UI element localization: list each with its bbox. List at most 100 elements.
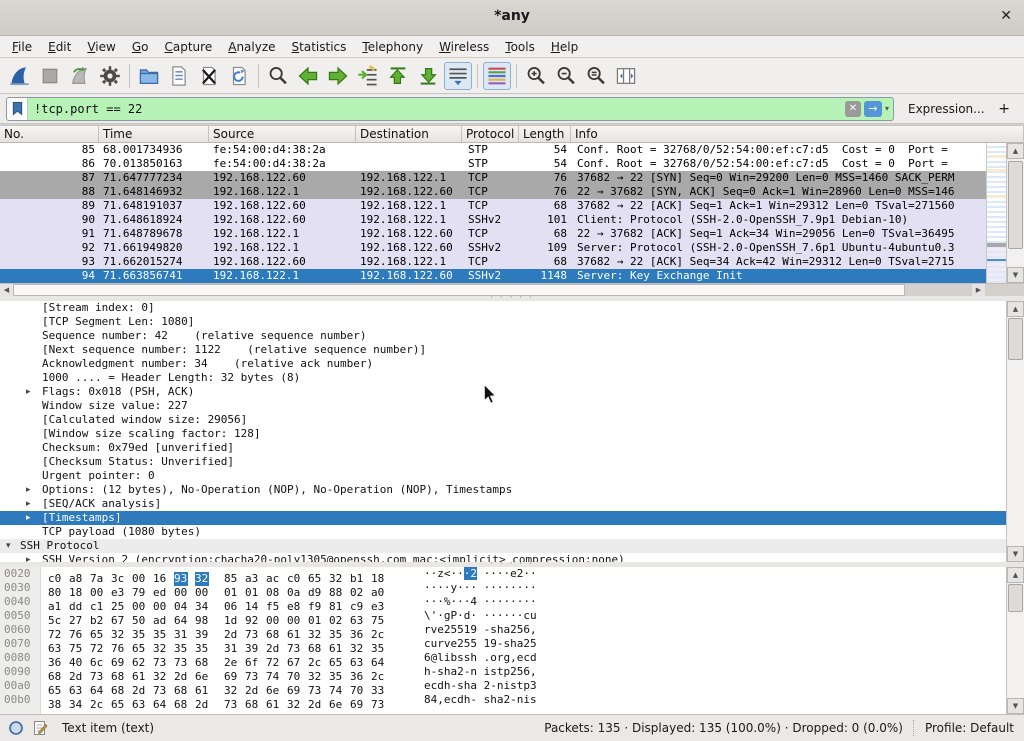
collapse-arrow-icon[interactable]: ▾ xyxy=(6,539,11,553)
menu-wireless[interactable]: Wireless xyxy=(431,38,497,56)
expand-arrow-icon[interactable]: ▸ xyxy=(26,511,31,525)
packet-row-88[interactable]: 8871.648146932192.168.122.1192.168.122.6… xyxy=(0,185,986,199)
display-filter-input[interactable] xyxy=(28,102,845,116)
detail-line[interactable]: TCP payload (1080 bytes) xyxy=(0,525,1006,539)
status-profile[interactable]: Profile: Default xyxy=(925,721,1014,735)
title-bar[interactable]: *any ✕ xyxy=(0,0,1024,36)
detail-line[interactable]: [Next sequence number: 1122 (relative se… xyxy=(0,343,1006,357)
packet-row-94[interactable]: 9471.663856741192.168.122.1192.168.122.6… xyxy=(0,269,986,283)
filter-history-caret[interactable]: ▾ xyxy=(885,104,889,113)
previous-packet-button[interactable] xyxy=(294,62,322,90)
expand-arrow-icon[interactable]: ▸ xyxy=(26,385,31,399)
scroll-down-button[interactable]: ▼ xyxy=(1007,546,1024,562)
hex-row-0020[interactable]: 0020c0a87a3c0016933285a3acc06532b118··z<… xyxy=(0,567,1006,581)
packet-row-91[interactable]: 9171.648789678192.168.122.1192.168.122.6… xyxy=(0,227,986,241)
detail-line[interactable]: [Stream index: 0] xyxy=(0,301,1006,315)
hex-row-00a0[interactable]: 00a0656364682d736861322d6e6973747033ecdh… xyxy=(0,679,1006,693)
scroll-left-button[interactable]: ◀ xyxy=(0,284,13,296)
detail-line[interactable]: ▾SSH Protocol xyxy=(0,539,1006,553)
detail-line[interactable]: Checksum: 0x79ed [unverified] xyxy=(0,441,1006,455)
reload-file-button[interactable] xyxy=(225,62,253,90)
detail-line[interactable]: [Calculated window size: 29056] xyxy=(0,413,1006,427)
packet-row-86[interactable]: 8670.013850163fe:54:00:d4:38:2aSTP54Conf… xyxy=(0,157,986,171)
column-header-length[interactable]: Length xyxy=(519,126,571,143)
packet-row-89[interactable]: 8971.648191037192.168.122.60192.168.122.… xyxy=(0,199,986,213)
detail-line[interactable]: ▸[SEQ/ACK analysis] xyxy=(0,497,1006,511)
column-header-destination[interactable]: Destination xyxy=(356,126,462,143)
last-packet-button[interactable] xyxy=(414,62,442,90)
menu-view[interactable]: View xyxy=(79,38,123,56)
detail-line[interactable]: 1000 .... = Header Length: 32 bytes (8) xyxy=(0,371,1006,385)
scroll-thumb[interactable] xyxy=(1008,161,1023,249)
scroll-up-button[interactable]: ▲ xyxy=(1007,567,1024,583)
hex-row-0080[interactable]: 008036406c69627373682e6f72672c6563646@li… xyxy=(0,651,1006,665)
expand-arrow-icon[interactable]: ▸ xyxy=(26,483,31,497)
packet-list-vscrollbar[interactable]: ▲ ▼ xyxy=(1006,143,1024,283)
close-file-button[interactable] xyxy=(195,62,223,90)
first-packet-button[interactable] xyxy=(384,62,412,90)
open-file-button[interactable] xyxy=(135,62,163,90)
menu-go[interactable]: Go xyxy=(124,38,157,56)
capture-options-button[interactable] xyxy=(96,62,124,90)
column-header-info[interactable]: Info xyxy=(571,126,1024,143)
hex-row-0070[interactable]: 0070637572766532353531392d7368613235curv… xyxy=(0,637,1006,651)
zoom-reset-button[interactable] xyxy=(582,62,610,90)
resize-columns-button[interactable] xyxy=(612,62,640,90)
packet-row-90[interactable]: 9071.648618924192.168.122.60192.168.122.… xyxy=(0,213,986,227)
expert-info-button[interactable] xyxy=(8,720,24,736)
stop-capture-button[interactable] xyxy=(36,62,64,90)
menu-help[interactable]: Help xyxy=(543,38,586,56)
hex-row-0090[interactable]: 0090682d736861322d6e697374703235362ch-sh… xyxy=(0,665,1006,679)
column-header-protocol[interactable]: Protocol xyxy=(462,126,519,143)
detail-line[interactable]: [Window size scaling factor: 128] xyxy=(0,427,1006,441)
detail-line[interactable]: Window size value: 227 xyxy=(0,399,1006,413)
detail-line[interactable]: ▸Options: (12 bytes), No-Operation (NOP)… xyxy=(0,483,1006,497)
column-header-source[interactable]: Source xyxy=(209,126,356,143)
expand-arrow-icon[interactable]: ▸ xyxy=(26,553,31,562)
detail-line[interactable]: Sequence number: 42 (relative sequence n… xyxy=(0,329,1006,343)
hex-row-00b0[interactable]: 00b038342c656364682d736861322d6e697384,e… xyxy=(0,693,1006,707)
menu-edit[interactable]: Edit xyxy=(40,38,79,56)
scroll-thumb[interactable] xyxy=(13,284,905,296)
filter-bookmark-button[interactable] xyxy=(7,98,28,120)
detail-line[interactable]: [TCP Segment Len: 1080] xyxy=(0,315,1006,329)
start-capture-button[interactable] xyxy=(6,62,34,90)
detail-line[interactable]: ▸[Timestamps] xyxy=(0,511,1006,525)
details-vscrollbar[interactable]: ▲ ▼ xyxy=(1006,301,1024,562)
packet-row-85[interactable]: 8568.001734936fe:54:00:d4:38:2aSTP54Conf… xyxy=(0,143,986,157)
packet-row-92[interactable]: 9271.661949820192.168.122.1192.168.122.6… xyxy=(0,241,986,255)
next-packet-button[interactable] xyxy=(324,62,352,90)
filter-clear-button[interactable]: ✕ xyxy=(845,101,861,117)
menu-statistics[interactable]: Statistics xyxy=(284,38,355,56)
scroll-up-button[interactable]: ▲ xyxy=(1007,143,1024,159)
bytes-vscrollbar[interactable]: ▲ ▼ xyxy=(1006,567,1024,714)
colorize-button[interactable] xyxy=(483,62,511,90)
scroll-down-button[interactable]: ▼ xyxy=(1007,698,1024,714)
menu-file[interactable]: File xyxy=(4,38,40,56)
detail-line[interactable]: ▸Flags: 0x018 (PSH, ACK) xyxy=(0,385,1006,399)
menu-tools[interactable]: Tools xyxy=(497,38,543,56)
scroll-up-button[interactable]: ▲ xyxy=(1007,301,1024,317)
hex-row-0040[interactable]: 0040a1ddc125000004340614f5e8f981c9e3···%… xyxy=(0,595,1006,609)
capture-comment-button[interactable] xyxy=(32,720,48,736)
hex-row-0060[interactable]: 006072766532353531392d7368613235362crve2… xyxy=(0,623,1006,637)
menu-analyze[interactable]: Analyze xyxy=(220,38,283,56)
scroll-thumb[interactable] xyxy=(1008,318,1023,360)
detail-line[interactable]: [Checksum Status: Unverified] xyxy=(0,455,1006,469)
menu-telephony[interactable]: Telephony xyxy=(354,38,431,56)
detail-line[interactable]: Urgent pointer: 0 xyxy=(0,469,1006,483)
packet-row-87[interactable]: 8771.647777234192.168.122.60192.168.122.… xyxy=(0,171,986,185)
close-window-button[interactable]: ✕ xyxy=(1000,8,1012,24)
scroll-right-button[interactable]: ▶ xyxy=(972,284,985,296)
packet-row-93[interactable]: 9371.662015274192.168.122.60192.168.122.… xyxy=(0,255,986,269)
packet-list-minimap[interactable] xyxy=(986,143,1006,283)
scroll-thumb[interactable] xyxy=(1008,584,1023,612)
find-packet-button[interactable] xyxy=(264,62,292,90)
hex-row-0030[interactable]: 0030801800e379ed00000101080ad98802a0····… xyxy=(0,581,1006,595)
save-file-button[interactable] xyxy=(165,62,193,90)
column-header-time[interactable]: Time xyxy=(99,126,209,143)
expression-button[interactable]: Expression... xyxy=(908,102,985,116)
add-filter-button[interactable]: + xyxy=(998,101,1010,117)
zoom-out-button[interactable] xyxy=(552,62,580,90)
expand-arrow-icon[interactable]: ▸ xyxy=(26,497,31,511)
